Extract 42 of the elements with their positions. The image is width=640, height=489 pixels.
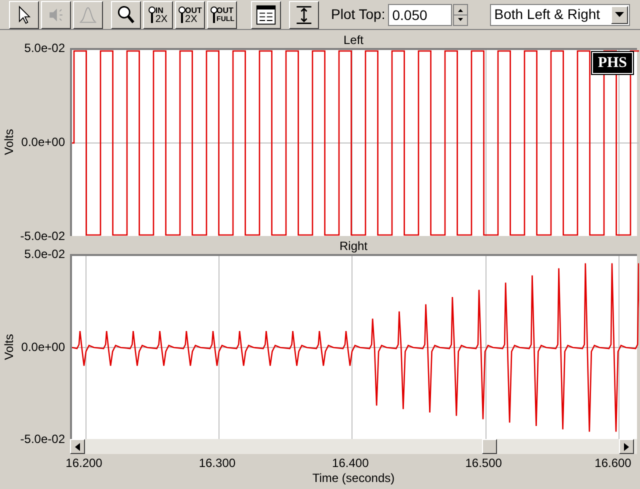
tick-label: 5.0e-02: [24, 41, 65, 55]
tool-button[interactable]: [251, 0, 281, 28]
tick-label: 16.600: [594, 456, 632, 470]
left-arrow-icon: [75, 442, 80, 450]
plot-title: Right: [339, 239, 368, 253]
scroll-thumb[interactable]: [482, 439, 497, 454]
magnifier-icon: [148, 6, 156, 24]
tick-label: 16.300: [198, 456, 236, 470]
magnifier-icon: [178, 6, 186, 24]
tick-label: 16.400: [332, 456, 369, 470]
zoom-label: IN: [155, 6, 164, 14]
plot-title: Left: [343, 33, 364, 47]
zoom-label: OUT: [185, 6, 202, 14]
caret-icon: [615, 12, 624, 17]
right-arrow-icon: [624, 442, 629, 450]
axis-label: Volts: [1, 334, 17, 360]
logo-badge: PHS: [592, 52, 633, 74]
tick-label: 16.200: [66, 456, 102, 470]
zoom-button[interactable]: IN 2X: [143, 0, 173, 28]
plot-top-label: Plot Top:: [331, 5, 386, 24]
zoom-factor: 2X: [185, 14, 198, 24]
tick-label: 16.500: [465, 456, 502, 470]
zoom-button[interactable]: OUT 2X: [175, 0, 205, 28]
axis-label: Time (seconds): [312, 471, 395, 485]
plot-top-field[interactable]: 0.050: [388, 4, 452, 26]
zoom-label: OUT: [216, 6, 234, 14]
magnifier-icon: [210, 6, 218, 24]
tool-button[interactable]: [111, 0, 141, 28]
tick-label: 0.0e+00: [21, 340, 65, 354]
axis-label: Volts: [1, 129, 17, 155]
tick-label: 0.0e+00: [21, 135, 65, 149]
horizontal-scrollbar[interactable]: [70, 439, 637, 454]
spinner-control[interactable]: [453, 4, 468, 26]
tick-label: 5.0e-02: [24, 247, 65, 261]
tool-button[interactable]: [289, 0, 319, 28]
zoom-factor: 2X: [155, 14, 168, 24]
table-window-icon: [255, 4, 277, 26]
tick-label: -5.0e-02: [20, 229, 65, 243]
tick-label: -5.0e-02: [20, 432, 65, 446]
search-icon: [115, 4, 137, 26]
channel-dropdown[interactable]: Both Left & Right: [490, 4, 630, 26]
tool-button[interactable]: [9, 0, 39, 28]
